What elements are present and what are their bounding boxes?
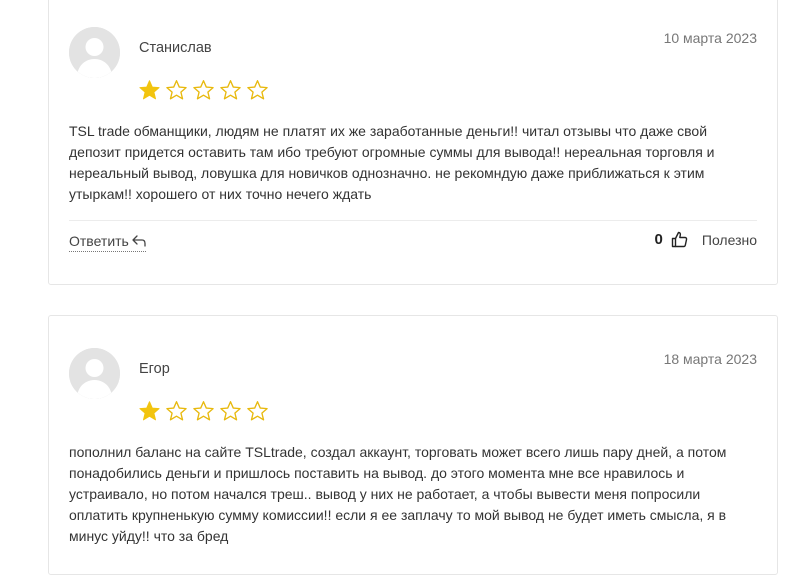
star-empty-icon	[193, 401, 214, 421]
star-rating	[138, 400, 269, 423]
review-author: Егор	[139, 361, 170, 377]
star-empty-icon	[193, 80, 214, 100]
star-rating	[138, 79, 269, 102]
star-empty-icon	[220, 80, 241, 100]
helpful-section: 0 Полезно	[655, 231, 757, 248]
review-date: 10 марта 2023	[663, 30, 757, 46]
user-silhouette-icon	[69, 348, 120, 399]
star-empty-icon	[247, 401, 268, 421]
review-text: пополнил баланс на сайте TSLtrade, созда…	[69, 444, 727, 544]
star-empty-icon	[247, 80, 268, 100]
reply-label: Ответить	[69, 233, 129, 249]
star-empty-icon	[220, 401, 241, 421]
review-card: Егор 18 марта 2023 пополнил баланс на са…	[48, 315, 778, 575]
review-card: Станислав 10 марта 2023 TSL trade обманщ…	[48, 0, 778, 285]
user-silhouette-icon	[69, 27, 120, 78]
reply-button[interactable]: Ответить	[69, 233, 146, 252]
star-empty-icon	[166, 401, 187, 421]
review-author: Станислав	[139, 40, 212, 56]
star-empty-icon	[166, 80, 187, 100]
thumbs-up-icon[interactable]	[671, 231, 688, 248]
helpful-count: 0	[654, 231, 663, 248]
star-filled-icon	[139, 80, 160, 100]
avatar	[69, 27, 120, 78]
review-date: 18 марта 2023	[663, 351, 757, 367]
divider	[69, 220, 757, 221]
review-text: TSL trade обманщики, людям не платят их …	[69, 123, 715, 202]
reply-arrow-icon	[132, 235, 146, 247]
star-filled-icon	[139, 401, 160, 421]
avatar	[69, 348, 120, 399]
helpful-label[interactable]: Полезно	[702, 232, 757, 248]
